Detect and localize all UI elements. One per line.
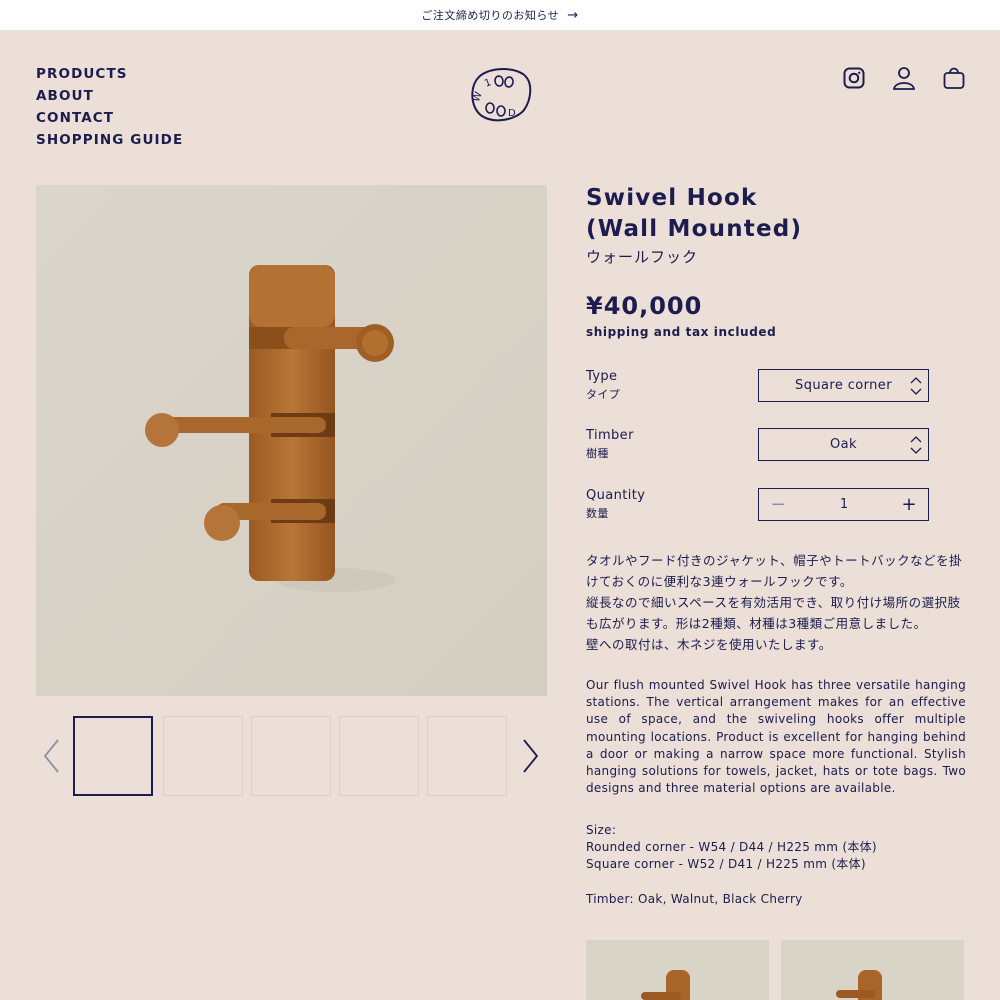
quantity-decrease-button[interactable]: − (767, 494, 789, 516)
timber-select[interactable]: Oak (758, 428, 929, 461)
description-jp-line: 縦長なので細いスペースを有効活用でき、取り付け場所の選択肢 (586, 595, 961, 610)
description-en: Our flush mounted Swivel Hook has three … (586, 678, 966, 796)
gallery-image-2[interactable] (781, 940, 964, 1000)
arrow-right-icon[interactable]: → (567, 8, 578, 23)
quantity-increase-button[interactable]: + (898, 494, 920, 516)
type-label: Type タイプ (586, 369, 620, 402)
timber-label-en: Timber (586, 428, 634, 443)
size-rounded: Rounded corner - W54 / D44 / H225 mm (本体… (586, 840, 877, 854)
gallery-image-1[interactable] (586, 940, 769, 1000)
quantity-label-en: Quantity (586, 488, 646, 503)
thumbnail-strip (36, 716, 547, 798)
svg-text:1: 1 (483, 77, 493, 90)
updown-chevron-icon (910, 436, 922, 454)
svg-text:W: W (471, 90, 485, 103)
quantity-label: Quantity 数量 (586, 488, 645, 521)
header-icons (843, 65, 965, 91)
type-select[interactable]: Square corner (758, 369, 929, 402)
timber-label-jp: 樹種 (586, 447, 609, 460)
timber-select-value: Oak (830, 437, 857, 452)
updown-chevron-icon (910, 377, 922, 395)
swivel-hook-photo (586, 940, 769, 1000)
svg-text:D: D (508, 108, 516, 119)
nav-shopping-guide[interactable]: SHOPPING GUIDE (36, 129, 183, 151)
nav-products[interactable]: PRODUCTS (36, 63, 183, 85)
product-main-image[interactable] (36, 185, 547, 696)
description-jp-line: タオルやフード付きのジャケット、帽子やトートバックなどを掛 (586, 553, 963, 568)
thumbnail-4[interactable] (339, 716, 419, 796)
quantity-stepper: − 1 + (758, 488, 929, 521)
product-title-line1: Swivel Hook (586, 185, 758, 211)
thumbnail-5[interactable] (427, 716, 507, 796)
type-label-jp: タイプ (586, 388, 621, 401)
thumbnail-3[interactable] (251, 716, 331, 796)
swivel-hook-photo (781, 940, 964, 1000)
product-price: ¥40,000 (586, 292, 703, 320)
description-jp-line: 壁への取付は、木ネジを使用いたします。 (586, 637, 832, 652)
type-select-value: Square corner (795, 378, 892, 393)
product-title-jp: ウォールフック (586, 248, 699, 266)
thumbnail-1[interactable] (73, 716, 153, 796)
quantity-value[interactable]: 1 (829, 497, 859, 512)
type-label-en: Type (586, 369, 618, 384)
cart-icon[interactable] (943, 65, 965, 91)
brand-logo[interactable]: 1 W D (468, 66, 532, 122)
chevron-right-icon[interactable] (520, 738, 540, 774)
announcement-bar[interactable]: ご注文締め切りのお知らせ → (0, 0, 1000, 30)
description-jp: タオルやフード付きのジャケット、帽子やトートバックなどを掛 けておくのに便利な3… (586, 550, 966, 655)
timber-label: Timber 樹種 (586, 428, 634, 461)
size-label: Size: (586, 823, 617, 837)
quantity-label-jp: 数量 (586, 507, 609, 520)
timber-spec: Timber: Oak, Walnut, Black Cherry (586, 892, 803, 906)
announcement-text[interactable]: ご注文締め切りのお知らせ (421, 7, 559, 23)
description-jp-line: も広がります。形は2種類、材種は3種類ご用意しました。 (586, 616, 927, 631)
thumbnail-2[interactable] (163, 716, 243, 796)
nav-contact[interactable]: CONTACT (36, 107, 183, 129)
nav-about[interactable]: ABOUT (36, 85, 183, 107)
price-note: shipping and tax included (586, 325, 777, 339)
product-title-line2: (Wall Mounted) (586, 216, 803, 242)
instagram-icon[interactable] (843, 65, 865, 91)
description-jp-line: けておくのに便利な3連ウォールフックです。 (586, 574, 853, 589)
main-nav: PRODUCTS ABOUT CONTACT SHOPPING GUIDE (36, 63, 183, 151)
account-icon[interactable] (892, 65, 916, 91)
swivel-hook-photo (36, 185, 547, 696)
size-square: Square corner - W52 / D41 / H225 mm (本体) (586, 857, 866, 871)
product-title: Swivel Hook (Wall Mounted) (586, 183, 802, 245)
chevron-left-icon[interactable] (42, 738, 62, 774)
